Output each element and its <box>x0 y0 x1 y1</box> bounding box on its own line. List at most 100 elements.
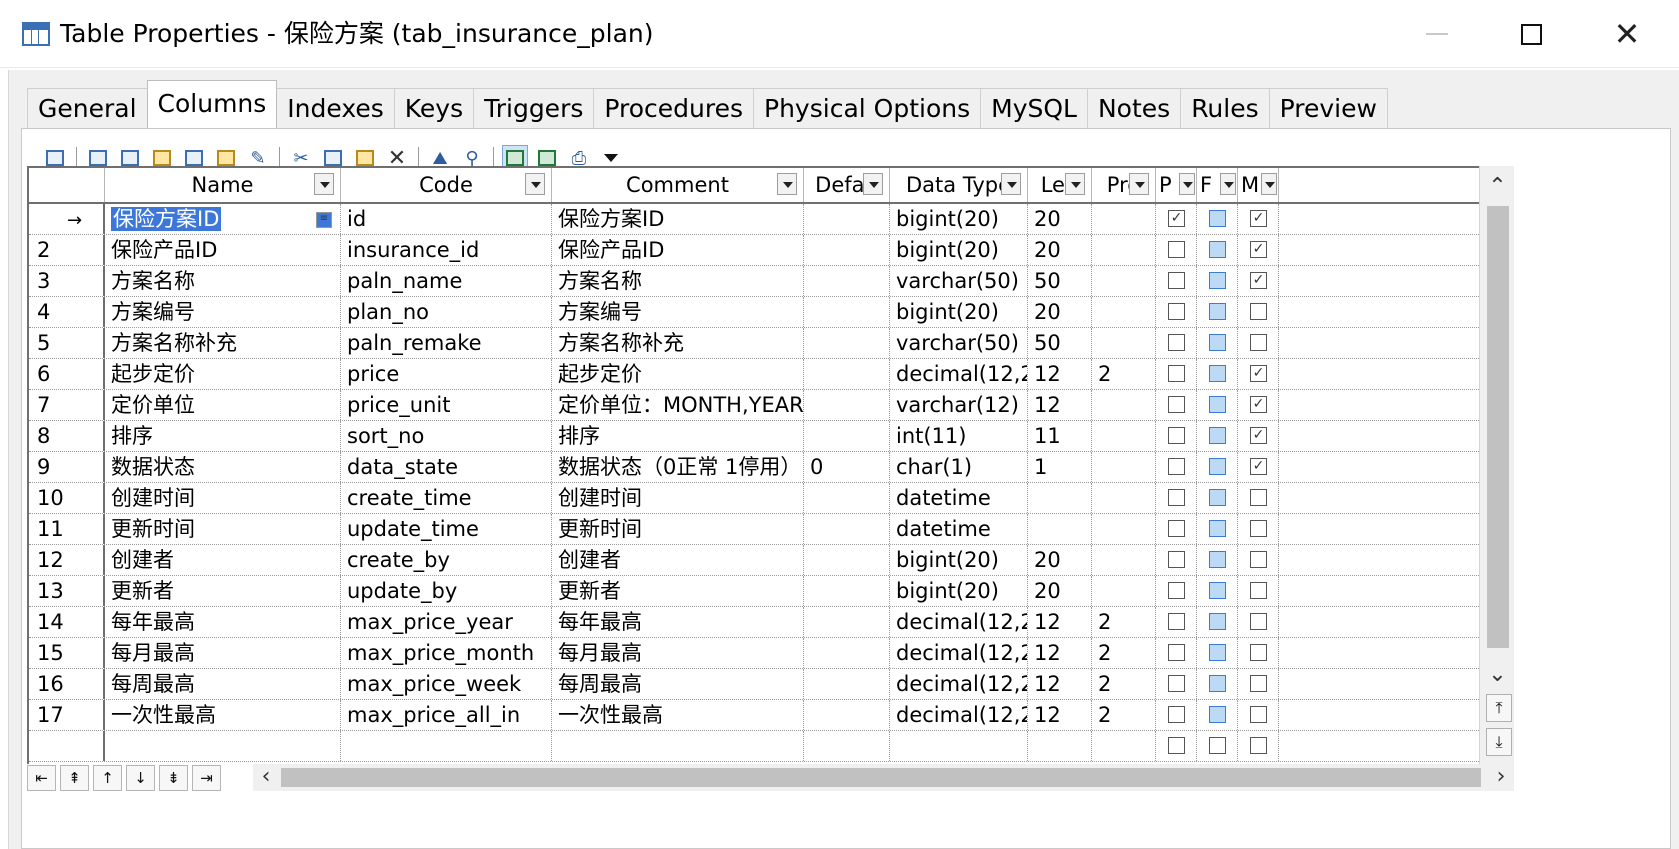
cell-num[interactable]: 16 <box>29 669 105 699</box>
cell-m[interactable] <box>1238 638 1279 668</box>
page-down-button[interactable]: ⤓ <box>1486 728 1512 756</box>
m-checkbox[interactable] <box>1250 241 1267 258</box>
filter-dropdown-icon[interactable] <box>1065 173 1085 195</box>
p-checkbox[interactable] <box>1168 427 1185 444</box>
p-checkbox[interactable] <box>1168 458 1185 475</box>
cell-comment[interactable]: 每月最高 <box>552 638 804 668</box>
filter-dropdown-icon[interactable] <box>1129 173 1149 195</box>
cell-data-type[interactable]: bigint(20) <box>890 576 1028 606</box>
cell-m[interactable] <box>1238 700 1279 730</box>
cell-name[interactable]: 起步定价 <box>105 359 341 389</box>
cell-code[interactable]: plan_no <box>341 297 552 327</box>
cell-num[interactable]: 15 <box>29 638 105 668</box>
cell-data-type[interactable]: datetime <box>890 483 1028 513</box>
cell-precision[interactable] <box>1092 514 1156 544</box>
f-checkbox[interactable] <box>1209 241 1226 258</box>
table-row[interactable]: 8 排序 sort_no 排序 int(11) 11 <box>29 421 1479 452</box>
cell-code[interactable] <box>341 731 552 761</box>
cell-precision[interactable] <box>1092 731 1156 761</box>
f-checkbox[interactable] <box>1209 427 1226 444</box>
cell-data-type[interactable]: varchar(50) <box>890 328 1028 358</box>
page-up-button[interactable]: ⤒ <box>1486 694 1512 722</box>
m-checkbox[interactable] <box>1250 458 1267 475</box>
cell-precision[interactable]: 2 <box>1092 669 1156 699</box>
f-checkbox[interactable] <box>1209 303 1226 320</box>
cell-name[interactable]: 方案编号 <box>105 297 341 327</box>
table-row[interactable]: → 保险方案ID ≡ id 保险方案ID bigint(20) 20 <box>29 204 1479 235</box>
cell-num[interactable]: 11 <box>29 514 105 544</box>
p-checkbox[interactable] <box>1168 675 1185 692</box>
cell-default[interactable] <box>804 421 890 451</box>
cell-length[interactable]: 12 <box>1028 359 1092 389</box>
cell-name[interactable]: 一次性最高 <box>105 700 341 730</box>
cell-name[interactable]: 每周最高 <box>105 669 341 699</box>
cell-precision[interactable]: 2 <box>1092 700 1156 730</box>
table-row[interactable]: 2 保险产品ID insurance_id 保险产品ID bigint(20) 20 <box>29 235 1479 266</box>
header-length[interactable]: Len <box>1028 168 1092 202</box>
m-checkbox[interactable] <box>1250 365 1267 382</box>
cell-precision[interactable]: 2 <box>1092 638 1156 668</box>
move-up-button[interactable]: ↑ <box>93 764 122 791</box>
table-row[interactable]: 16 每周最高 max_price_week 每周最高 decimal(12,2) 12 2 <box>29 669 1479 700</box>
cell-length[interactable]: 1 <box>1028 452 1092 482</box>
minimize-button[interactable] <box>1412 12 1462 56</box>
cell-code[interactable]: sort_no <box>341 421 552 451</box>
cell-data-type[interactable]: decimal(12,2) <box>890 607 1028 637</box>
cell-edit-icon[interactable]: ≡ <box>316 212 332 228</box>
cell-default[interactable] <box>804 359 890 389</box>
header-code[interactable]: Code <box>341 168 552 202</box>
filter-dropdown-icon[interactable] <box>863 173 883 195</box>
table-row[interactable]: 5 方案名称补充 paln_remake 方案名称补充 varchar(50) 50 <box>29 328 1479 359</box>
cell-comment[interactable]: 保险产品ID <box>552 235 804 265</box>
cell-m[interactable] <box>1238 359 1279 389</box>
filter-dropdown-icon[interactable] <box>525 173 545 195</box>
cell-precision[interactable] <box>1092 452 1156 482</box>
cell-f[interactable] <box>1197 514 1238 544</box>
close-button[interactable]: ✕ <box>1602 12 1652 56</box>
cell-code[interactable]: id <box>341 204 552 234</box>
cell-data-type[interactable]: decimal(12,2) <box>890 669 1028 699</box>
cell-p[interactable] <box>1156 266 1197 296</box>
p-checkbox[interactable] <box>1168 241 1185 258</box>
cell-p[interactable] <box>1156 483 1197 513</box>
cell-comment[interactable]: 更新时间 <box>552 514 804 544</box>
cell-f[interactable] <box>1197 545 1238 575</box>
cell-data-type[interactable]: bigint(20) <box>890 204 1028 234</box>
cell-p[interactable] <box>1156 235 1197 265</box>
f-checkbox[interactable] <box>1209 489 1226 506</box>
cell-comment[interactable]: 每周最高 <box>552 669 804 699</box>
vertical-scroll-thumb[interactable] <box>1487 206 1509 648</box>
cell-m[interactable] <box>1238 328 1279 358</box>
cell-comment[interactable]: 创建者 <box>552 545 804 575</box>
cell-f[interactable] <box>1197 669 1238 699</box>
cell-default[interactable] <box>804 638 890 668</box>
cell-default[interactable] <box>804 700 890 730</box>
cell-m[interactable] <box>1238 266 1279 296</box>
header-name[interactable]: Name <box>105 168 341 202</box>
cell-f[interactable] <box>1197 700 1238 730</box>
cell-default[interactable] <box>804 390 890 420</box>
cell-code[interactable]: paln_name <box>341 266 552 296</box>
cell-name[interactable]: 创建者 <box>105 545 341 575</box>
cell-code[interactable]: create_by <box>341 545 552 575</box>
cell-name[interactable]: 方案名称 <box>105 266 341 296</box>
cell-default[interactable] <box>804 297 890 327</box>
cell-precision[interactable] <box>1092 483 1156 513</box>
cell-default[interactable] <box>804 483 890 513</box>
cell-f[interactable] <box>1197 607 1238 637</box>
cell-num[interactable]: 7 <box>29 390 105 420</box>
cell-data-type[interactable]: bigint(20) <box>890 545 1028 575</box>
header-default[interactable]: Defau <box>804 168 890 202</box>
p-checkbox[interactable] <box>1168 613 1185 630</box>
cell-code[interactable]: create_time <box>341 483 552 513</box>
cell-num[interactable]: 6 <box>29 359 105 389</box>
header-f[interactable]: F <box>1197 168 1238 202</box>
cell-default[interactable] <box>804 514 890 544</box>
table-row[interactable]: 7 定价单位 price_unit 定价单位：MONTH,YEAR varchar(12… <box>29 390 1479 421</box>
cell-p[interactable] <box>1156 514 1197 544</box>
tab-preview[interactable]: Preview <box>1268 88 1388 128</box>
header-data-type[interactable]: Data Type <box>890 168 1028 202</box>
f-checkbox[interactable] <box>1209 582 1226 599</box>
cell-default[interactable] <box>804 607 890 637</box>
cell-length[interactable] <box>1028 483 1092 513</box>
